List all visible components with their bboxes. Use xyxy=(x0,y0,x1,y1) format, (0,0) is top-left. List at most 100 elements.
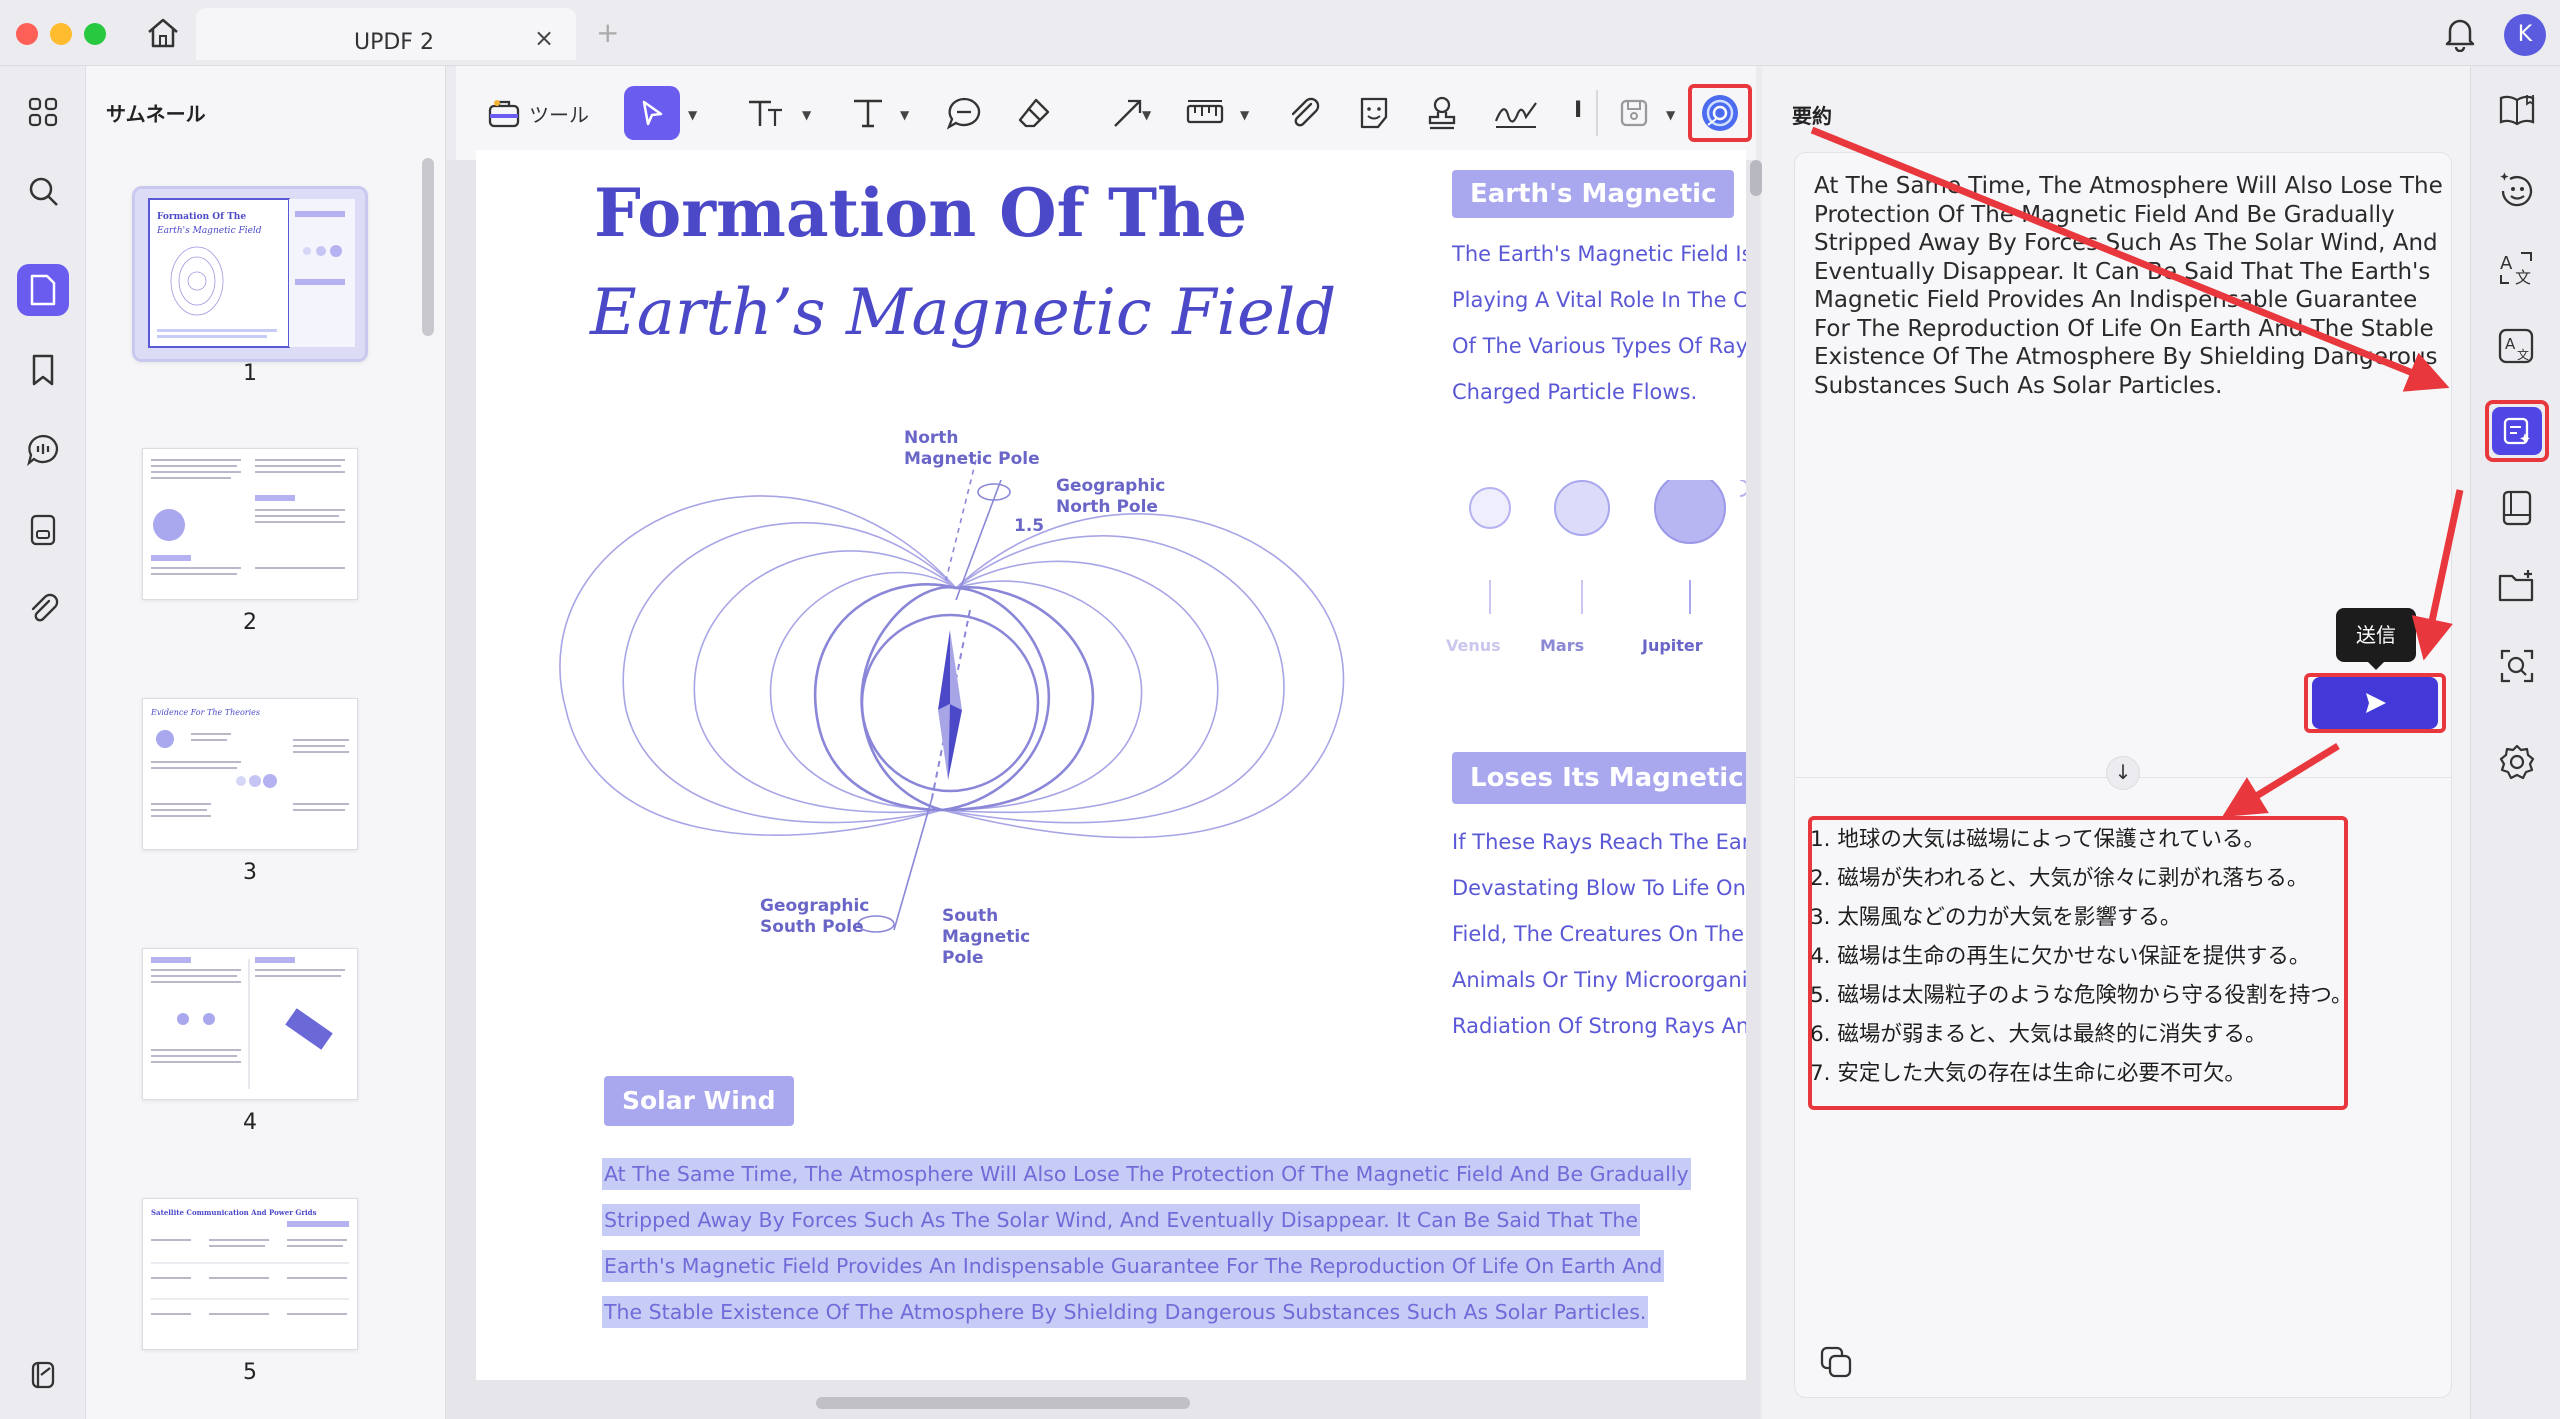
venus-circle xyxy=(1469,487,1511,529)
thumbnail-page-number: 1 xyxy=(243,361,257,386)
new-tab-button[interactable]: + xyxy=(596,16,619,49)
bookmark-icon[interactable] xyxy=(17,344,69,396)
translate-icon[interactable]: A文 xyxy=(2493,244,2541,292)
comment-tool-button[interactable] xyxy=(942,86,986,140)
thumbnail-preview xyxy=(151,957,345,1089)
sidebar-line: If These Rays Reach The Eart xyxy=(1452,830,1746,854)
chevron-down-icon[interactable]: ▼ xyxy=(900,108,909,122)
thumbnail-page-number: 4 xyxy=(243,1110,257,1135)
bell-icon[interactable] xyxy=(2442,14,2478,56)
highlight-frame xyxy=(1808,816,2348,1110)
summary-button[interactable] xyxy=(2485,400,2549,462)
thumbnail-page-1[interactable]: Formation Of The Earth's Magnetic Field xyxy=(132,186,368,362)
sidebar-line: Radiation Of Strong Rays And xyxy=(1452,1014,1746,1038)
scroll-down-button[interactable]: ↓ xyxy=(2106,756,2140,790)
svg-text:Evidence For The Theories: Evidence For The Theories xyxy=(150,708,260,717)
search-icon[interactable] xyxy=(17,165,69,217)
highlight-frame xyxy=(1688,84,1752,142)
layers-icon[interactable] xyxy=(17,1349,69,1401)
venus-label: Venus xyxy=(1446,636,1501,655)
summary-icon xyxy=(2492,407,2542,455)
tools-button[interactable]: ツール xyxy=(468,86,608,140)
tooltip-pointer xyxy=(2366,660,2386,670)
stamp-tool-button[interactable] xyxy=(1420,86,1464,140)
planet-size-chart xyxy=(1469,480,1746,614)
south-magnetic-pole-label: South Magnetic Pole xyxy=(942,906,1031,968)
thumbnail-page-5[interactable]: Satellite Communication And Power Grids xyxy=(142,1198,358,1350)
document-vertical-scrollbar[interactable] xyxy=(1750,160,1762,196)
attachment-icon[interactable] xyxy=(17,582,69,634)
measure-tool-button[interactable] xyxy=(1180,86,1230,140)
ocr-icon[interactable]: A文 xyxy=(2493,322,2541,370)
right-rail: A文 A文 xyxy=(2470,66,2560,1419)
comment-icon[interactable] xyxy=(17,424,69,476)
settings-icon[interactable] xyxy=(2493,738,2541,786)
document-tab[interactable]: UPDF 2 × xyxy=(196,8,576,60)
svg-text:文: 文 xyxy=(2515,268,2531,287)
toolbar-overflow-label[interactable]: I xyxy=(1574,98,1582,123)
chevron-down-icon[interactable]: ▼ xyxy=(1240,108,1249,122)
zoom-window-button[interactable] xyxy=(84,23,106,45)
north-magnetic-pole-label: North Magnetic Pole xyxy=(904,428,1040,469)
copy-icon[interactable] xyxy=(1818,1344,1854,1384)
thumbnail-page-4[interactable] xyxy=(142,948,358,1100)
sidebar-line: Animals Or Tiny Microorganism xyxy=(1452,968,1746,992)
save-tool-button[interactable] xyxy=(1612,86,1656,140)
tab-close-button[interactable]: × xyxy=(534,24,554,52)
section-heading-loses-field: Loses Its Magnetic Field xyxy=(1452,752,1746,804)
sticker-icon xyxy=(1360,97,1388,129)
thumbnail-page-number: 2 xyxy=(243,610,257,635)
form-icon[interactable] xyxy=(17,504,69,556)
page-icon[interactable] xyxy=(17,264,69,316)
folder-add-icon[interactable] xyxy=(2493,562,2541,610)
thumbnail-page-number: 5 xyxy=(243,1360,257,1385)
home-icon[interactable] xyxy=(144,14,182,56)
sidebar-line: Playing A Vital Role In The Co xyxy=(1452,288,1746,312)
cursor-icon xyxy=(642,100,663,126)
minimize-window-button[interactable] xyxy=(50,23,72,45)
select-tool-button[interactable] xyxy=(624,86,680,140)
ai-input-text[interactable]: At The Same Time, The Atmosphere Will Al… xyxy=(1814,172,2444,400)
text-box-tool-button[interactable] xyxy=(744,86,788,140)
close-window-button[interactable] xyxy=(16,23,38,45)
grid-icon[interactable] xyxy=(17,86,69,138)
svg-text:Formation Of The: Formation Of The xyxy=(157,212,246,222)
thumbnail-page-2[interactable] xyxy=(142,448,358,600)
chevron-down-icon[interactable]: ▼ xyxy=(1142,108,1151,122)
chevron-down-icon[interactable]: ▼ xyxy=(688,108,697,122)
thumbnail-scrollbar[interactable] xyxy=(422,158,434,336)
left-rail xyxy=(0,66,86,1419)
sidebar-line: The Earth's Magnetic Field Is L xyxy=(1452,242,1746,266)
highlighted-text-line[interactable]: Earth's Magnetic Field Provides An Indis… xyxy=(602,1250,1665,1282)
eraser-tool-button[interactable] xyxy=(1012,86,1056,140)
reader-icon[interactable] xyxy=(2493,484,2541,532)
text-tool-button[interactable] xyxy=(846,86,890,140)
mars-label: Mars xyxy=(1540,636,1585,655)
thumbnail-page-3[interactable]: Evidence For The Theories xyxy=(142,698,358,850)
ai-face-icon[interactable] xyxy=(2493,166,2541,214)
mars-circle xyxy=(1554,480,1610,536)
attach-tool-button[interactable] xyxy=(1282,86,1326,140)
avatar[interactable]: K xyxy=(2504,14,2546,56)
text-icon xyxy=(854,99,882,128)
highlighted-text-line[interactable]: Stripped Away By Forces Such As The Sola… xyxy=(602,1204,1640,1236)
book-icon[interactable] xyxy=(2493,86,2541,134)
highlighted-text-line[interactable]: At The Same Time, The Atmosphere Will Al… xyxy=(602,1158,1691,1190)
sidebar-line: Devastating Blow To Life On E xyxy=(1452,876,1746,900)
document-horizontal-scrollbar[interactable] xyxy=(816,1397,1190,1409)
geographic-south-pole-label: Geographic South Pole xyxy=(760,896,870,937)
chevron-down-icon[interactable]: ▼ xyxy=(802,108,811,122)
thumbnail-preview: Evidence For The Theories xyxy=(150,708,349,817)
sidebar-line: Of The Various Types Of Rays xyxy=(1452,334,1746,358)
svg-text:Earth's Magnetic Field: Earth's Magnetic Field xyxy=(156,226,262,236)
chevron-down-icon[interactable]: ▼ xyxy=(1666,108,1675,122)
jupiter-label: Jupiter xyxy=(1642,636,1703,655)
send-tooltip: 送信 xyxy=(2336,608,2416,662)
signature-tool-button[interactable] xyxy=(1490,86,1542,140)
section-heading-solar-wind: Solar Wind xyxy=(604,1076,794,1126)
scan-search-icon[interactable] xyxy=(2493,642,2541,690)
sticker-tool-button[interactable] xyxy=(1352,86,1396,140)
eraser-icon xyxy=(1018,98,1050,128)
highlighted-text-line[interactable]: The Stable Existence Of The Atmosphere B… xyxy=(602,1296,1649,1328)
toolbar-divider xyxy=(1596,90,1598,136)
